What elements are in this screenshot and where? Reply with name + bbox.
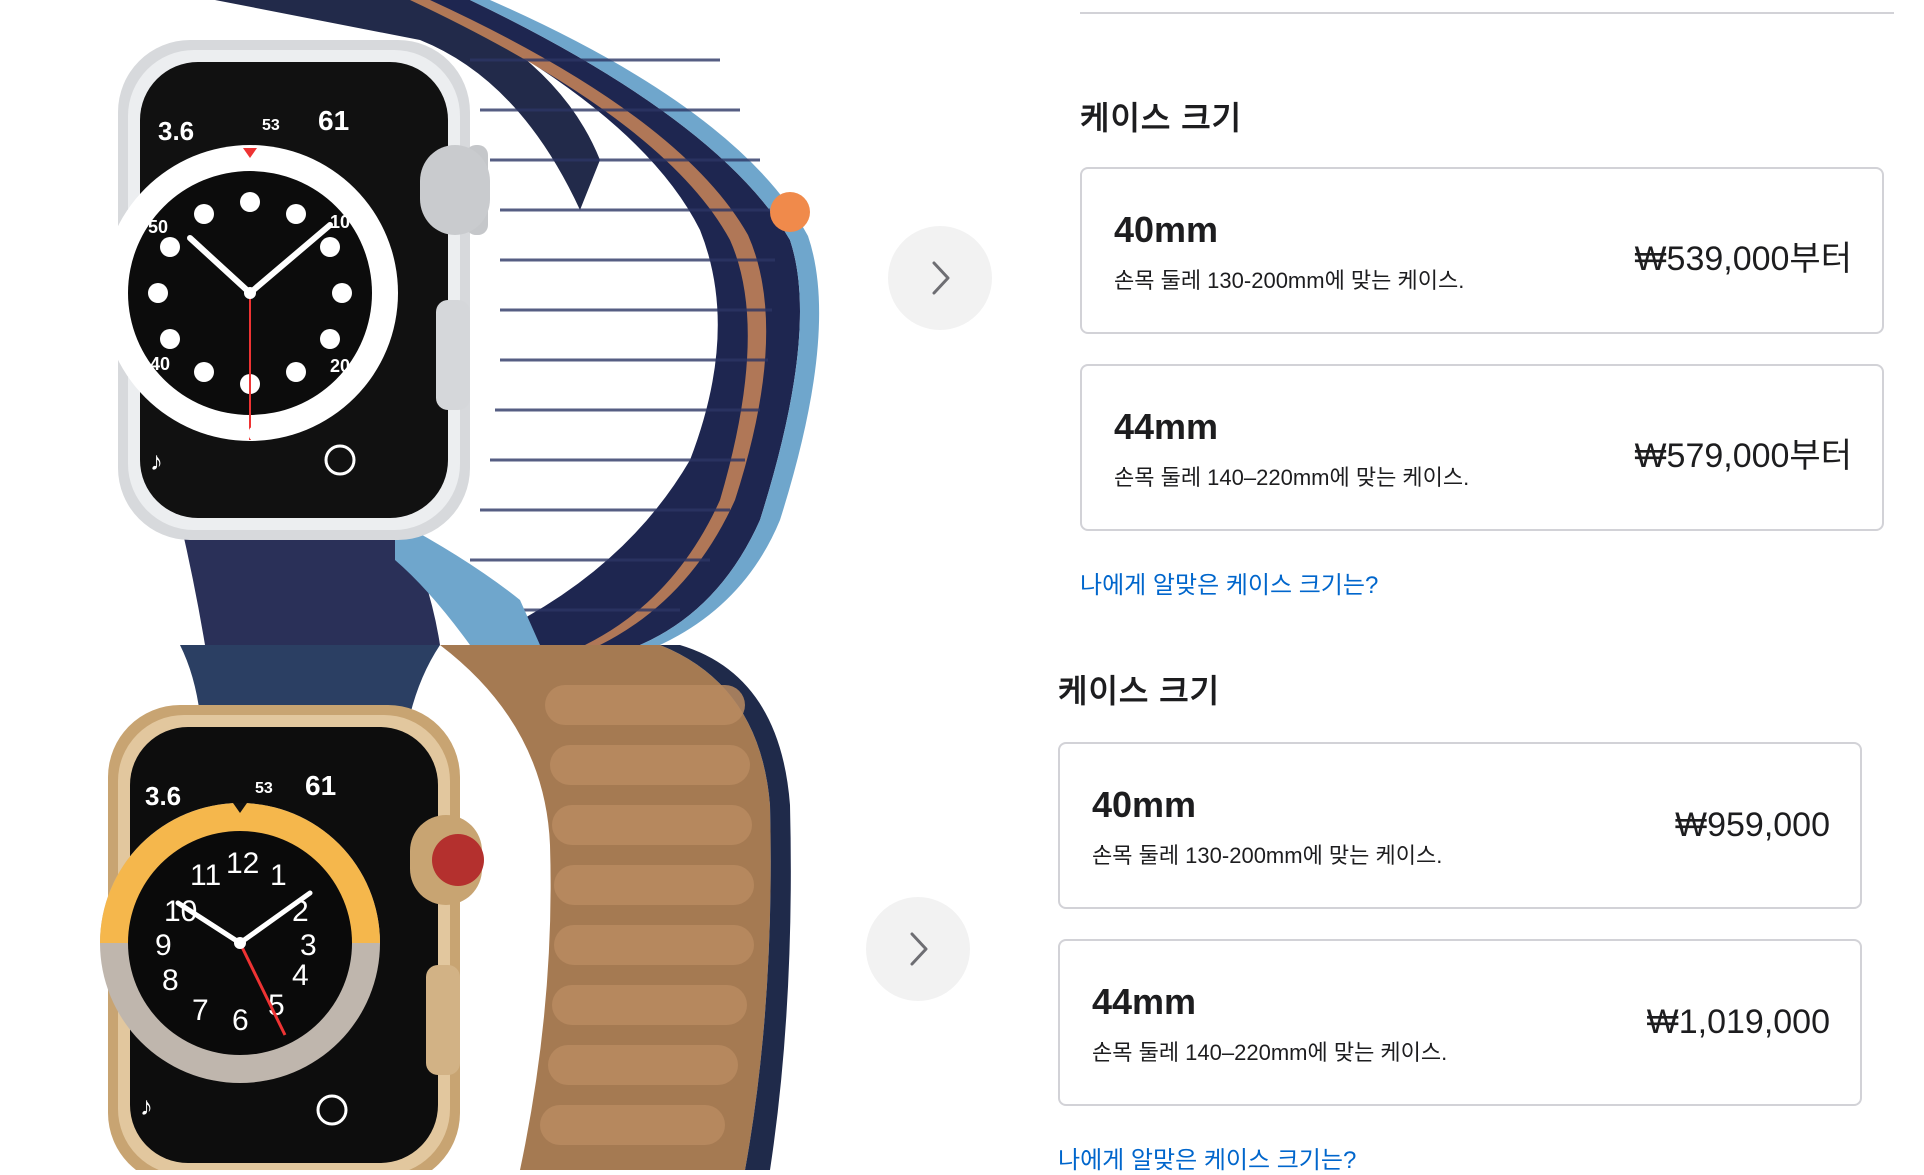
case-size-option-40mm[interactable]: 40mm 손목 둘레 130-200mm에 맞는 케이스. ₩539,000부터 xyxy=(1080,167,1884,334)
svg-text:61: 61 xyxy=(305,770,336,801)
product-image-gold-watch: 12 1 11 10 9 8 765 432 3.6 61 53 ♪ xyxy=(0,645,880,1170)
case-size-heading: 케이스 크기 xyxy=(1058,673,1221,709)
product-section-2: 12 1 11 10 9 8 765 432 3.6 61 53 ♪ 케이스 크기 xyxy=(0,645,1924,1174)
case-size-heading: 케이스 크기 xyxy=(1080,100,1243,136)
svg-text:4: 4 xyxy=(292,959,309,992)
product-image-silver-watch: 3.6 61 53 50 10 40 20 30 ♪ xyxy=(0,0,880,645)
option-description: 손목 둘레 140–220mm에 맞는 케이스. xyxy=(1092,1040,1448,1065)
svg-text:9: 9 xyxy=(155,929,172,962)
next-image-button[interactable] xyxy=(866,897,970,1001)
option-size-label: 40mm xyxy=(1092,784,1197,825)
svg-text:61: 61 xyxy=(318,105,349,136)
svg-text:7: 7 xyxy=(192,994,209,1027)
svg-text:50: 50 xyxy=(148,217,168,237)
option-price: ₩539,000부터 xyxy=(1634,240,1852,278)
option-price: ₩1,019,000 xyxy=(1646,1003,1830,1041)
svg-text:10: 10 xyxy=(330,212,350,232)
svg-text:1: 1 xyxy=(270,859,287,892)
case-size-option-44mm[interactable]: 44mm 손목 둘레 140–220mm에 맞는 케이스. ₩579,000부터 xyxy=(1080,364,1884,531)
case-size-help-link[interactable]: 나에게 알맞은 케이스 크기는? xyxy=(1080,565,1378,600)
svg-text:12: 12 xyxy=(226,847,259,880)
svg-text:11: 11 xyxy=(190,859,221,892)
option-price: ₩959,000 xyxy=(1675,806,1830,844)
chevron-right-icon xyxy=(932,261,950,295)
option-description: 손목 둘레 130-200mm에 맞는 케이스. xyxy=(1114,268,1465,293)
svg-text:53: 53 xyxy=(255,780,273,797)
next-image-button[interactable] xyxy=(888,226,992,330)
svg-text:20: 20 xyxy=(330,356,350,376)
svg-text:3: 3 xyxy=(300,929,317,962)
option-size-label: 44mm xyxy=(1114,406,1219,447)
svg-text:3.6: 3.6 xyxy=(145,781,181,811)
svg-text:53: 53 xyxy=(262,117,280,134)
option-size-label: 44mm xyxy=(1092,981,1197,1022)
svg-text:♪: ♪ xyxy=(150,446,163,476)
svg-text:♪: ♪ xyxy=(140,1091,153,1121)
svg-text:3.6: 3.6 xyxy=(158,116,194,146)
chevron-right-icon xyxy=(910,932,928,966)
case-size-option-40mm[interactable]: 40mm 손목 둘레 130-200mm에 맞는 케이스. ₩959,000 xyxy=(1058,742,1862,909)
option-price: ₩579,000부터 xyxy=(1634,437,1852,475)
svg-text:30: 30 xyxy=(238,424,258,444)
svg-text:8: 8 xyxy=(162,964,179,997)
product-section-1: 3.6 61 53 50 10 40 20 30 ♪ 케이스 크기 40mm 손… xyxy=(0,0,1924,645)
option-description: 손목 둘레 130-200mm에 맞는 케이스. xyxy=(1092,843,1443,868)
case-size-option-44mm[interactable]: 44mm 손목 둘레 140–220mm에 맞는 케이스. ₩1,019,000 xyxy=(1058,939,1862,1106)
option-size-label: 40mm xyxy=(1114,209,1219,250)
option-description: 손목 둘레 140–220mm에 맞는 케이스. xyxy=(1114,465,1470,490)
svg-text:6: 6 xyxy=(232,1004,249,1037)
svg-text:40: 40 xyxy=(150,354,170,374)
divider xyxy=(1080,12,1894,14)
